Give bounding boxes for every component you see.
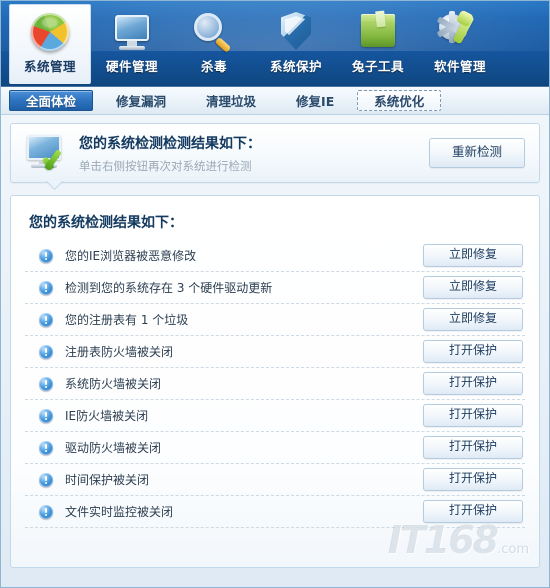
rescan-button[interactable]: 重新检测	[429, 138, 525, 168]
result-label: 驱动防火墙被关闭	[65, 441, 162, 455]
tab-full-checkup[interactable]: 全面体检	[9, 90, 94, 111]
info-warning-icon	[39, 312, 53, 327]
tab-system-optimization[interactable]: 系统优化	[357, 90, 442, 111]
result-label: 检测到您的系统存在 3 个硬件驱动更新	[65, 281, 273, 295]
panel-pointer-notch	[45, 181, 63, 191]
toolbar-item-system-protection[interactable]: 系统保护	[255, 4, 337, 84]
table-row: IE防火墙被关闭 打开保护	[25, 400, 525, 432]
toolbar-item-antivirus[interactable]: 杀毒	[173, 4, 255, 84]
gear-wrench-icon	[434, 9, 486, 56]
toolbar-item-rabbit-tools[interactable]: 兔子工具	[337, 4, 419, 84]
fix-now-button[interactable]: 立即修复	[423, 308, 523, 331]
toolbar-item-label: 杀毒	[200, 59, 227, 74]
toolbar-item-label: 硬件管理	[105, 59, 158, 74]
enable-protection-button[interactable]: 打开保护	[423, 340, 523, 363]
result-label: IE防火墙被关闭	[65, 409, 149, 423]
scan-summary-title: 您的系统检测检测结果如下：	[79, 135, 261, 152]
info-warning-icon	[39, 344, 53, 359]
result-label: 文件实时监控被关闭	[65, 505, 174, 519]
result-label: 您的IE浏览器被恶意修改	[65, 249, 197, 263]
shield-icon	[270, 10, 322, 56]
scan-summary-text: 您的系统检测检测结果如下： 单击右侧按钮再次对系统进行检测	[75, 133, 429, 174]
result-label: 系统防火墙被关闭	[65, 377, 162, 391]
scan-summary-subtitle: 单击右侧按钮再次对系统进行检测	[79, 158, 252, 173]
info-warning-icon	[39, 248, 53, 263]
result-label: 注册表防火墙被关闭	[65, 345, 174, 359]
info-warning-icon	[39, 440, 53, 455]
info-warning-icon	[39, 472, 53, 487]
fix-now-button[interactable]: 立即修复	[423, 276, 523, 299]
toolbar-item-hardware-management[interactable]: 硬件管理	[91, 4, 173, 84]
toolbar-item-software-management[interactable]: 软件管理	[419, 4, 501, 84]
toolbar-item-label: 软件管理	[433, 59, 486, 74]
table-row: 驱动防火墙被关闭 打开保护	[25, 432, 525, 464]
info-warning-icon	[39, 376, 53, 391]
results-panel: 您的系统检测结果如下： 您的IE浏览器被恶意修改 立即修复 检测到您的系统存在 …	[10, 195, 540, 568]
info-warning-icon	[39, 280, 53, 295]
box-icon	[352, 10, 404, 56]
enable-protection-button[interactable]: 打开保护	[423, 468, 523, 491]
magnifier-icon	[188, 10, 240, 56]
table-row: 注册表防火墙被关闭 打开保护	[25, 336, 525, 368]
toolbar-item-system-management[interactable]: 系统管理	[9, 4, 91, 84]
table-row: 时间保护被关闭 打开保护	[25, 464, 525, 496]
monitor-icon	[106, 10, 158, 56]
toolbar-item-label: 兔子工具	[351, 59, 404, 74]
results-title: 您的系统检测结果如下：	[29, 215, 183, 231]
tab-fix-vulnerabilities[interactable]: 修复漏洞	[99, 90, 183, 111]
table-row: 检测到您的系统存在 3 个硬件驱动更新 立即修复	[25, 272, 525, 304]
enable-protection-button[interactable]: 打开保护	[423, 436, 523, 459]
table-row: 您的注册表有 1 个垃圾 立即修复	[25, 304, 525, 336]
watermark-suffix: .com	[497, 542, 529, 557]
info-warning-icon	[39, 504, 53, 519]
table-row: 您的IE浏览器被恶意修改 立即修复	[25, 240, 525, 272]
enable-protection-button[interactable]: 打开保护	[423, 500, 523, 523]
fix-now-button[interactable]: 立即修复	[423, 244, 523, 267]
content-area: 您的系统检测检测结果如下： 单击右侧按钮再次对系统进行检测 重新检测 您的系统检…	[1, 115, 549, 568]
info-warning-icon	[39, 408, 53, 423]
enable-protection-button[interactable]: 打开保护	[423, 404, 523, 427]
tab-repair-ie[interactable]: 修复IE	[279, 90, 351, 111]
scan-summary-panel: 您的系统检测检测结果如下： 单击右侧按钮再次对系统进行检测 重新检测	[10, 123, 540, 183]
tab-bar: 全面体检 修复漏洞 清理垃圾 修复IE 系统优化	[1, 87, 549, 115]
result-label: 您的注册表有 1 个垃圾	[65, 313, 189, 327]
toolbar-item-label: 系统保护	[269, 59, 322, 74]
table-row: 系统防火墙被关闭 打开保护	[25, 368, 525, 400]
table-row: 文件实时监控被关闭 打开保护	[25, 496, 525, 528]
toolbar-items: 系统管理 硬件管理 杀毒 系统保护 兔子工具 软件管理	[1, 1, 549, 87]
toolbar-item-label: 系统管理	[23, 59, 76, 74]
enable-protection-button[interactable]: 打开保护	[423, 372, 523, 395]
tab-clean-junk[interactable]: 清理垃圾	[189, 90, 273, 111]
result-label: 时间保护被关闭	[65, 473, 150, 487]
main-toolbar: 系统管理 硬件管理 杀毒 系统保护 兔子工具 软件管理	[1, 1, 549, 87]
pie-chart-icon	[24, 10, 76, 56]
monitor-check-icon	[21, 131, 75, 175]
app-window: 系统管理 硬件管理 杀毒 系统保护 兔子工具 软件管理 全面体检 修复漏洞 清理…	[0, 0, 550, 588]
